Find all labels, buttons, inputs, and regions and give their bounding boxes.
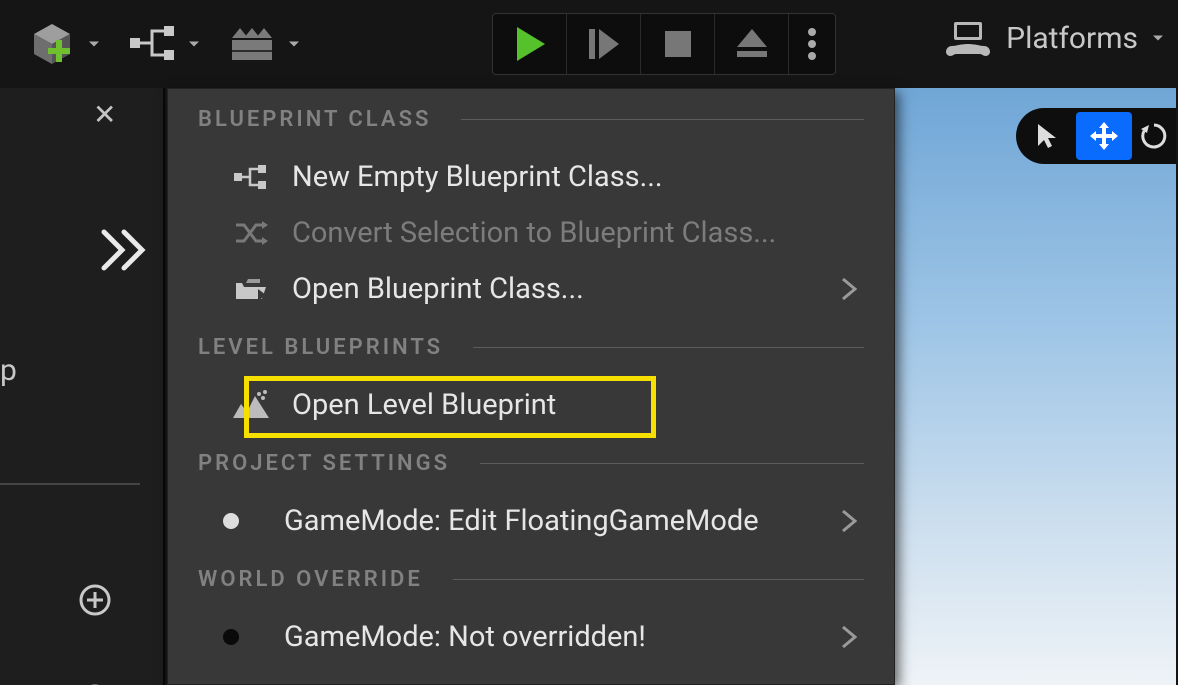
- gamepad-icon: [944, 20, 992, 56]
- menu-item-label: Convert Selection to Blueprint Class...: [292, 216, 864, 250]
- platforms-button[interactable]: Platforms: [944, 20, 1168, 56]
- cinematics-button[interactable]: [222, 14, 312, 74]
- menu-item-convert-selection: Convert Selection to Blueprint Class...: [168, 205, 894, 261]
- bullet-icon: [208, 513, 254, 529]
- chevron-right-icon: [834, 509, 864, 533]
- section-header-world-override: WORLD OVERRIDE: [168, 549, 894, 609]
- translate-mode-button[interactable]: [1076, 112, 1132, 160]
- divider: [461, 119, 864, 120]
- chevron-right-icon: [834, 277, 864, 301]
- folder-open-icon: [228, 275, 274, 303]
- menu-item-new-empty-blueprint[interactable]: New Empty Blueprint Class...: [168, 149, 894, 205]
- blueprints-dropdown-menu: BLUEPRINT CLASS New Empty Blueprint Clas…: [167, 88, 895, 685]
- menu-item-label: Open Level Blueprint: [292, 388, 864, 422]
- level-icon: [228, 390, 274, 420]
- divider: [453, 579, 864, 580]
- add-content-button[interactable]: [20, 14, 112, 74]
- menu-item-label: Open Blueprint Class...: [292, 272, 834, 306]
- chevron-right-icon: [834, 625, 864, 649]
- main-toolbar: Platforms: [0, 0, 1178, 88]
- menu-item-open-level-blueprint[interactable]: Open Level Blueprint: [168, 377, 894, 433]
- divider: [0, 483, 140, 485]
- menu-item-label: GameMode: Edit FloatingGameMode: [284, 504, 834, 538]
- divider: [480, 463, 864, 464]
- chevron-down-icon: [84, 34, 104, 54]
- divider: [473, 347, 864, 348]
- play-options-button[interactable]: [789, 14, 835, 74]
- section-header-project-settings: PROJECT SETTINGS: [168, 433, 894, 493]
- level-viewport[interactable]: [895, 88, 1178, 685]
- left-panel: ✕ p: [0, 88, 165, 685]
- section-header-blueprint-class: BLUEPRINT CLASS: [168, 89, 894, 149]
- section-label: BLUEPRINT CLASS: [198, 107, 431, 132]
- menu-item-label: GameMode: Not overridden!: [284, 620, 834, 654]
- step-button[interactable]: [567, 14, 641, 74]
- section-label: LEVEL BLUEPRINTS: [198, 335, 443, 360]
- chevron-down-icon: [284, 34, 304, 54]
- viewport-transform-toolbar: [1016, 108, 1176, 164]
- stop-button[interactable]: [641, 14, 715, 74]
- section-label: WORLD OVERRIDE: [198, 567, 423, 592]
- section-header-level-blueprints: LEVEL BLUEPRINTS: [168, 317, 894, 377]
- chevron-down-icon: [184, 34, 204, 54]
- play-button[interactable]: [493, 14, 567, 74]
- expand-panel-button[interactable]: [100, 228, 150, 272]
- menu-item-gamemode-not-overridden[interactable]: GameMode: Not overridden!: [168, 609, 894, 665]
- section-label: PROJECT SETTINGS: [198, 451, 450, 476]
- add-button[interactable]: [78, 583, 112, 617]
- blueprint-node-icon: [228, 163, 274, 191]
- shuffle-icon: [228, 219, 274, 247]
- menu-item-open-blueprint-class[interactable]: Open Blueprint Class...: [168, 261, 894, 317]
- play-controls: [492, 13, 836, 75]
- chevron-down-icon: [1148, 21, 1168, 56]
- menu-item-label: New Empty Blueprint Class...: [292, 160, 864, 194]
- select-mode-button[interactable]: [1020, 112, 1076, 160]
- toolbar-left-group: [20, 14, 322, 74]
- truncated-label: p: [0, 353, 17, 388]
- eject-button[interactable]: [715, 14, 789, 74]
- bullet-icon: [208, 629, 254, 645]
- menu-item-gamemode-edit[interactable]: GameMode: Edit FloatingGameMode: [168, 493, 894, 549]
- rotate-mode-button[interactable]: [1132, 112, 1176, 160]
- blueprints-button[interactable]: [122, 14, 212, 74]
- close-icon[interactable]: ✕: [93, 98, 116, 131]
- platforms-label: Platforms: [1006, 21, 1138, 56]
